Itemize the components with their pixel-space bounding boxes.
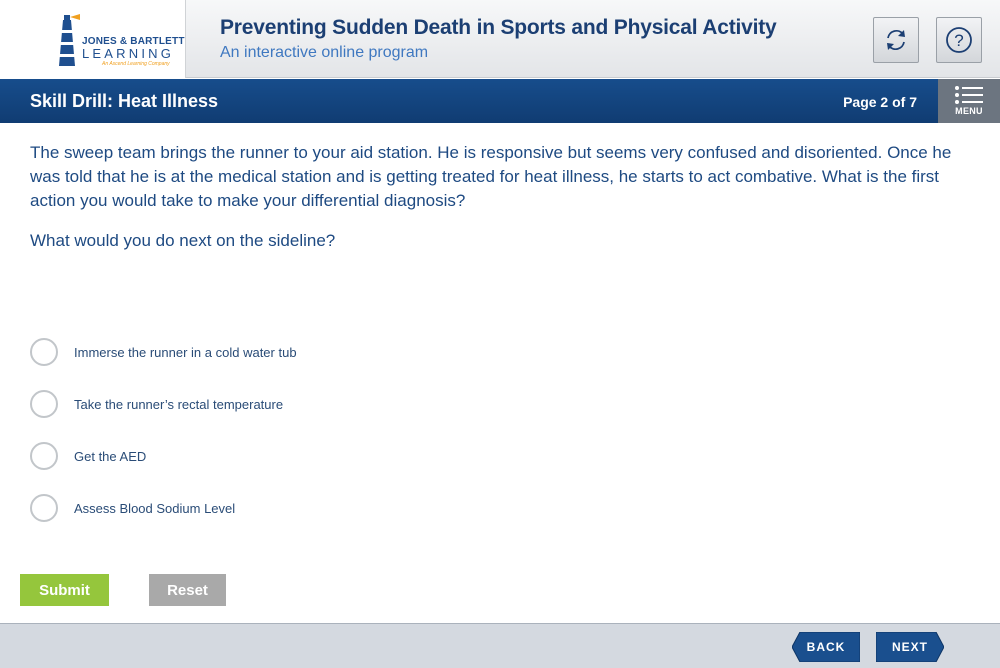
help-button[interactable]: ? [936,17,982,63]
reset-button[interactable]: Reset [149,574,226,606]
logo-line-2: LEARNING [82,46,175,61]
radio-button[interactable] [30,494,58,522]
logo-text: JONES & BARTLETT LEARNING An Ascend Lear… [82,36,185,67]
next-button[interactable]: NEXT [876,632,944,662]
lesson-title: Skill Drill: Heat Illness [30,91,219,111]
answer-option-label: Assess Blood Sodium Level [74,500,236,516]
back-label: BACK [806,640,846,654]
next-label: NEXT [891,640,928,654]
menu-button[interactable]: MENU [938,79,1000,123]
footer-nav: BACK NEXT [0,623,1000,668]
publisher-logo: JONES & BARTLETT LEARNING An Ascend Lear… [0,0,186,78]
question-mark-icon: ? [946,27,972,53]
back-button[interactable]: BACK [792,632,860,662]
answer-option[interactable]: Assess Blood Sodium Level [30,482,630,534]
app-title: Preventing Sudden Death in Sports and Ph… [220,16,777,39]
list-menu-icon [955,86,983,104]
radio-button[interactable] [30,390,58,418]
logo-line-3: An Ascend Learning Company [102,61,170,67]
answer-option[interactable]: Immerse the runner in a cold water tub [30,326,630,378]
page-indicator: Page 2 of 7 [843,94,917,110]
answer-option-label: Immerse the runner in a cold water tub [74,344,297,360]
app-subtitle: An interactive online program [220,44,429,61]
svg-text:?: ? [954,31,963,50]
radio-button[interactable] [30,442,58,470]
menu-label: MENU [955,106,983,116]
radio-button[interactable] [30,338,58,366]
answer-option[interactable]: Take the runner’s rectal temperature [30,378,630,430]
refresh-button[interactable] [873,17,919,63]
app-header: JONES & BARTLETT LEARNING An Ascend Lear… [0,0,1000,78]
answer-option-label: Take the runner’s rectal temperature [74,396,284,412]
refresh-icon [887,30,905,50]
lesson-title-bar: Skill Drill: Heat Illness Page 2 of 7 ME… [0,79,1000,123]
submit-button[interactable]: Submit [20,574,109,606]
question-prompt: What would you do next on the sideline? [30,231,336,250]
answer-options: Immerse the runner in a cold water tub T… [30,326,630,534]
answer-option[interactable]: Get the AED [30,430,630,482]
question-text: The sweep team brings the runner to your… [30,143,952,210]
answer-option-label: Get the AED [74,448,147,464]
lighthouse-icon [59,14,80,66]
